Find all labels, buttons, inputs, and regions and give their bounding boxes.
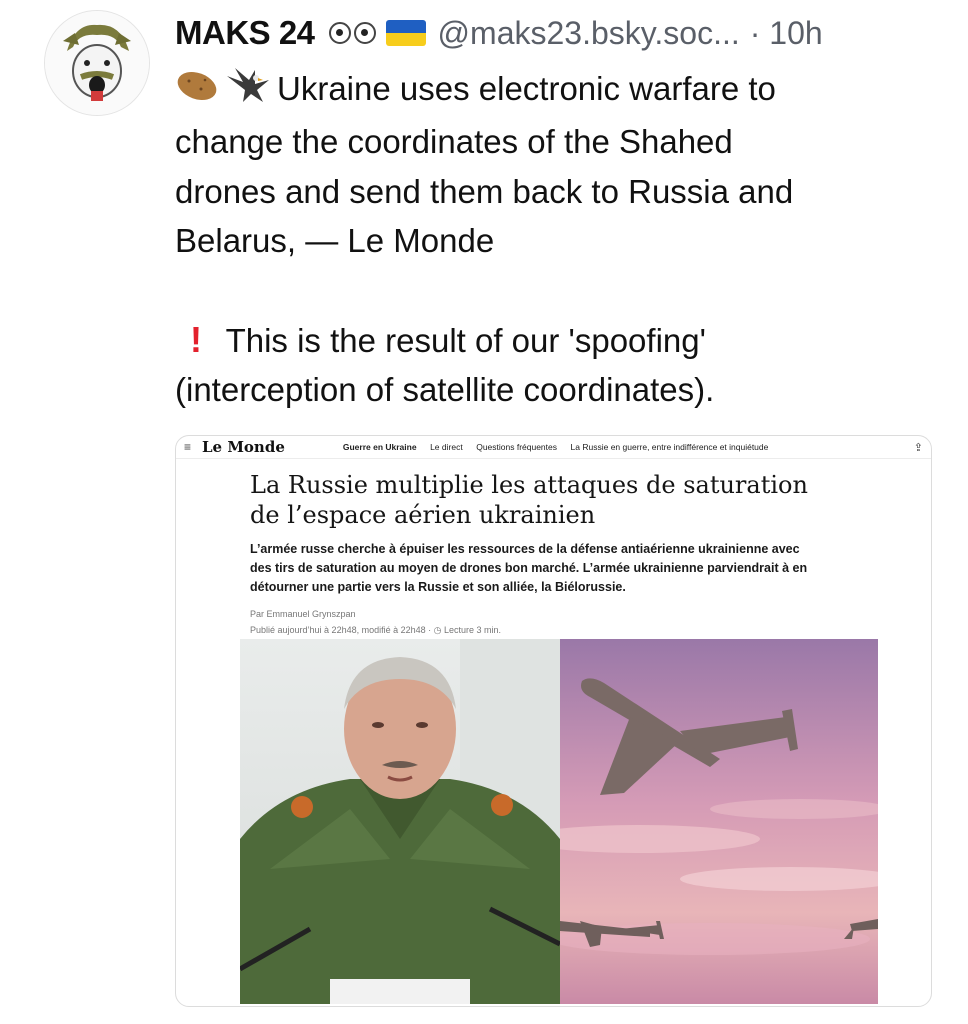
headline-line: La Russie multiplie les attaques de satu… — [250, 471, 808, 499]
author-name[interactable]: MAKS 24 — [175, 14, 315, 52]
reading-time: Lecture 3 min. — [444, 625, 502, 635]
article-content: La Russie multiplie les attaques de satu… — [250, 470, 850, 636]
lemonde-nav: Guerre en Ukraine Le direct Questions fr… — [343, 442, 780, 452]
nav-link: Le direct — [430, 442, 463, 452]
lemonde-logo: Le Monde — [202, 438, 285, 456]
potato-emoji-icon — [175, 67, 219, 117]
red-exclamation-icon: ! — [190, 318, 202, 360]
post-text-line: drones and send them back to Russia and — [175, 172, 794, 210]
photo-lukashenko — [240, 639, 560, 1004]
lemonde-nav-bar: ≡ Le Monde Guerre en Ukraine Le direct Q… — [176, 436, 931, 459]
post-text-line: (interception of satellite coordinates). — [175, 371, 715, 409]
article-published: Publié aujourd’hui à 22h48, modifié à 22… — [250, 625, 502, 635]
post-body: Ukraine uses electronic warfare to chang… — [175, 64, 935, 415]
published-date: Publié aujourd’hui à 22h48, modifié à 22… — [250, 625, 426, 635]
eagle-emoji-icon — [225, 66, 271, 118]
share-icon: ⇪ — [913, 441, 923, 454]
eyes-emoji-icon — [353, 22, 376, 44]
post-timestamp[interactable]: · 10h — [750, 15, 823, 52]
nav-link: La Russie en guerre, entre indifférence … — [570, 442, 769, 452]
article-headline: La Russie multiplie les attaques de satu… — [250, 470, 850, 530]
embedded-image[interactable]: ≡ Le Monde Guerre en Ukraine Le direct Q… — [175, 435, 932, 1007]
post-header: MAKS 24 @maks23.bsky.soc... · 10h — [175, 12, 935, 54]
nav-link: Questions fréquentes — [476, 442, 558, 452]
author-handle[interactable]: @maks23.bsky.soc... — [438, 15, 740, 52]
post-text-line: Ukraine uses electronic warfare to — [277, 70, 776, 107]
photo-shahed-drones — [560, 639, 878, 1004]
headline-line: de l’espace aérien ukrainien — [250, 501, 596, 529]
post-text-line: Belarus, — Le Monde — [175, 222, 495, 260]
post-text-line: This is the result of our 'spoofing' — [225, 321, 706, 359]
article-byline: Par Emmanuel Grynszpan — [250, 609, 356, 619]
hamburger-menu-icon: ≡ — [184, 440, 192, 454]
ukraine-flag-icon — [385, 20, 426, 46]
article-deck: L’armée russe cherche à épuiser les ress… — [250, 542, 808, 594]
eyes-emoji-icon — [328, 22, 351, 44]
avatar-image — [45, 11, 149, 115]
author-avatar[interactable] — [44, 10, 150, 116]
post-text-line: change the coordinates of the Shahed — [175, 123, 733, 161]
nav-link: Guerre en Ukraine — [342, 442, 417, 452]
